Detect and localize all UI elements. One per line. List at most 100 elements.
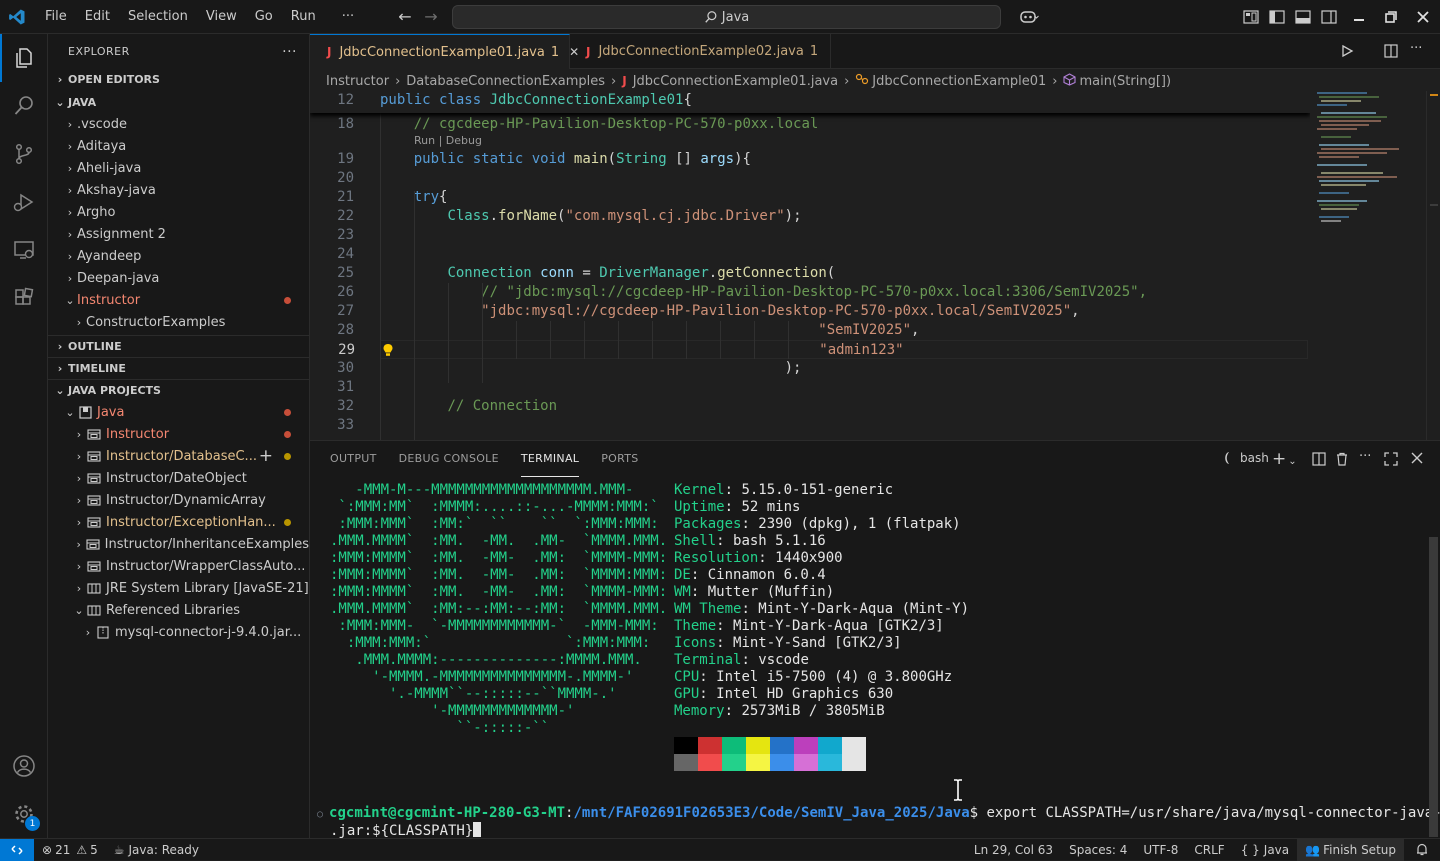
editor-more-icon[interactable]: ··· <box>1410 41 1422 56</box>
tree-item[interactable]: ›.vscode <box>48 113 309 135</box>
remote-explorer-icon[interactable] <box>0 226 48 274</box>
code-editor[interactable]: 12public class JdbcConnectionExample01{ R… <box>310 91 1310 440</box>
project-tree-item[interactable]: ›mysql-connector-j-9.4.0.jar... <box>48 621 309 643</box>
notifications-bell-icon[interactable] <box>1404 839 1440 861</box>
code-line[interactable]: 25 Connection conn = DriverManager.getCo… <box>310 264 1310 283</box>
code-line[interactable]: 27 "jdbc:mysql://cgcdeep-HP-Pavilion-Des… <box>310 302 1310 321</box>
code-line[interactable]: 30 ); <box>310 359 1310 378</box>
editor-scrollbar[interactable] <box>1426 91 1440 440</box>
sticky-scroll-line[interactable]: 12public class JdbcConnectionExample01{ <box>310 91 1310 113</box>
finish-setup-button[interactable]: 👥Finish Setup <box>1297 839 1404 861</box>
remote-indicator[interactable] <box>0 839 34 861</box>
tree-item[interactable]: ⌄DatabaseConnectionExamples <box>48 333 309 334</box>
code-line[interactable]: 19 public static void main(String [] arg… <box>310 150 1310 169</box>
menu-run[interactable]: Run <box>282 0 325 34</box>
vscode-logo-icon[interactable] <box>0 0 34 34</box>
accounts-icon[interactable] <box>0 742 48 790</box>
panel-more-icon[interactable]: ··· <box>1359 449 1371 464</box>
split-terminal-icon[interactable] <box>1312 452 1326 470</box>
toggle-primary-sidebar-icon[interactable] <box>1264 0 1290 34</box>
end-of-line[interactable]: CRLF <box>1186 839 1232 861</box>
project-tree-item[interactable]: ›Instructor/DynamicArray <box>48 489 309 511</box>
split-editor-icon[interactable] <box>1384 44 1400 60</box>
project-tree-item[interactable]: ›Instructor <box>48 423 309 445</box>
code-line[interactable]: 33 <box>310 416 1310 435</box>
code-line[interactable]: 24 <box>310 245 1310 264</box>
terminal-prompt-line[interactable]: ○cgcmint@cgcmint-HP-280-G3-MT:/mnt/FAF02… <box>317 805 1440 823</box>
menu-file[interactable]: File <box>36 0 76 34</box>
tree-item[interactable]: ›Akshay-java <box>48 179 309 201</box>
toggle-secondary-sidebar-icon[interactable] <box>1316 0 1342 34</box>
menu-more-icon[interactable]: ··· <box>333 0 363 34</box>
panel-tab-ports[interactable]: PORTS <box>601 441 638 477</box>
menu-view[interactable]: View <box>197 0 246 34</box>
code-line[interactable]: 18 // cgcdeep-HP-Pavilion-Desktop-PC-570… <box>310 115 1310 134</box>
menu-edit[interactable]: Edit <box>76 0 119 34</box>
panel-tab-output[interactable]: OUTPUT <box>330 441 377 477</box>
project-tree-item[interactable]: ›Instructor/DateObject <box>48 467 309 489</box>
project-tree-item[interactable]: ›JRE System Library [JavaSE-21] <box>48 577 309 599</box>
breadcrumb-item[interactable]: Instructor <box>326 74 389 89</box>
java-folder-section[interactable]: ⌄JAVA <box>48 91 309 113</box>
java-status[interactable]: ☕Java: Ready <box>106 839 207 861</box>
tree-item[interactable]: ›Ayandeep <box>48 245 309 267</box>
command-center-search[interactable]: Java <box>452 5 1001 29</box>
code-line[interactable]: 22 Class.forName("com.mysql.cj.jdbc.Driv… <box>310 207 1310 226</box>
toggle-panel-icon[interactable] <box>1290 0 1316 34</box>
code-line[interactable]: 29 "admin123" <box>380 340 1308 359</box>
tab-jdbc-example-02[interactable]: J JdbcConnectionExample02.java 1 <box>570 34 831 69</box>
tree-item[interactable]: ›Aditaya <box>48 135 309 157</box>
codelens-run-debug[interactable]: Run | Debug <box>414 134 482 147</box>
code-line[interactable]: 23 <box>310 226 1310 245</box>
terminal[interactable]: -MMM-M---MMMMMMMMMMMMMMMMMMM.MMM- `:MMM:… <box>310 477 1426 839</box>
project-tree-item[interactable]: ›Instructor/DatabaseC...+ <box>48 445 309 467</box>
search-icon[interactable] <box>0 82 48 130</box>
kill-terminal-trash-icon[interactable] <box>1335 452 1349 470</box>
breadcrumb-item[interactable]: JdbcConnectionExample01.java <box>633 74 838 89</box>
add-icon[interactable]: + <box>259 446 273 466</box>
code-line[interactable]: 28 "SemIV2025", <box>310 321 1310 340</box>
code-line[interactable]: 21 try{ <box>310 188 1310 207</box>
tree-item[interactable]: ›Argho <box>48 201 309 223</box>
minimize-icon[interactable] <box>1346 0 1372 34</box>
outline-section[interactable]: ›OUTLINE <box>48 335 309 357</box>
encoding[interactable]: UTF-8 <box>1135 839 1186 861</box>
breadcrumb-item[interactable]: main(String[]) <box>1079 74 1171 89</box>
lightbulb-icon[interactable] <box>382 343 394 361</box>
tab-jdbc-example-01[interactable]: J JdbcConnectionExample01.java 1 ✕ <box>310 34 570 69</box>
project-tree-item[interactable]: ⌄Java <box>48 401 309 423</box>
menu-go[interactable]: Go <box>246 0 282 34</box>
tree-item[interactable]: ›ConstructorExamples <box>48 311 309 333</box>
project-tree-item[interactable]: ›Instructor/WrapperClassAuto... <box>48 555 309 577</box>
tree-item[interactable]: ›Deepan-java <box>48 267 309 289</box>
forward-arrow-icon[interactable]: → <box>418 7 444 26</box>
code-line[interactable]: 26 // "jdbc:mysql://cgcdeep-HP-Pavilion-… <box>310 283 1310 302</box>
code-line[interactable]: 31 <box>310 378 1310 397</box>
explorer-icon[interactable] <box>0 34 48 82</box>
panel-tab-terminal[interactable]: TERMINAL <box>521 441 579 477</box>
project-tree-item[interactable]: ⌄Referenced Libraries <box>48 599 309 621</box>
indentation[interactable]: Spaces: 4 <box>1061 839 1135 861</box>
copilot-icon[interactable] <box>1012 0 1046 34</box>
minimap[interactable] <box>1315 91 1427 440</box>
code-line[interactable]: 20 <box>310 169 1310 188</box>
manage-gear-icon[interactable]: 1 <box>0 790 48 838</box>
run-debug-icon[interactable] <box>0 178 48 226</box>
panel-tab-debug-console[interactable]: DEBUG CONSOLE <box>399 441 499 477</box>
terminal-scrollbar[interactable] <box>1426 477 1440 839</box>
java-projects-section[interactable]: ⌄JAVA PROJECTS <box>48 379 309 401</box>
restore-icon[interactable] <box>1378 0 1404 34</box>
tree-item[interactable]: ⌄Instructor <box>48 289 309 311</box>
cursor-position[interactable]: Ln 29, Col 63 <box>966 839 1061 861</box>
terminal-shell-selector[interactable]: bash <box>1222 451 1269 465</box>
timeline-section[interactable]: ›TIMELINE <box>48 357 309 379</box>
project-tree-item[interactable]: ›Instructor/ExceptionHan... <box>48 511 309 533</box>
breadcrumb-item[interactable]: JdbcConnectionExample01 <box>872 74 1046 89</box>
menu-selection[interactable]: Selection <box>119 0 197 34</box>
problems-indicator[interactable]: ⊗21 ⚠5 <box>34 839 106 861</box>
run-java-icon[interactable] <box>1340 44 1356 60</box>
tree-item[interactable]: ›Aheli-java <box>48 157 309 179</box>
customize-layout-icon[interactable] <box>1238 0 1264 34</box>
maximize-panel-icon[interactable] <box>1384 452 1398 470</box>
project-tree-item[interactable]: ›Instructor/InheritanceExamples <box>48 533 309 555</box>
